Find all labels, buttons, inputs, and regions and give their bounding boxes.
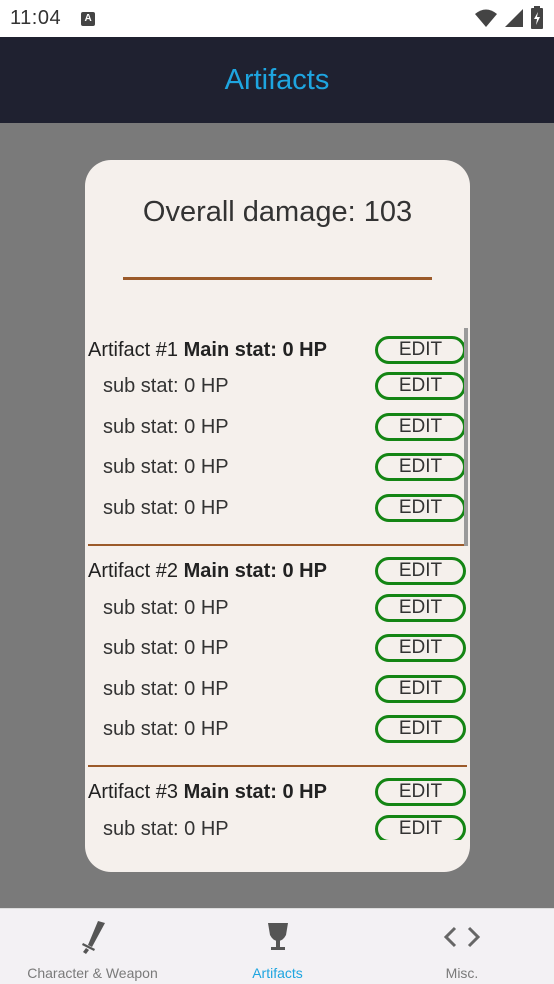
artifact-divider [88, 544, 467, 546]
artifact-1-sub-1-edit-button[interactable]: EDIT [375, 372, 466, 400]
artifact-list[interactable]: Artifact #1 Main stat: 0 HP EDIT sub sta… [85, 328, 470, 840]
notification-icon: A [81, 11, 96, 26]
artifact-1-sub-4-edit-button[interactable]: EDIT [375, 494, 466, 522]
app-bar: Artifacts [0, 37, 554, 123]
code-icon [442, 919, 482, 955]
artifact-2-sub-4-edit-button[interactable]: EDIT [375, 715, 466, 743]
nav-item-artifacts[interactable]: Artifacts [185, 909, 370, 984]
artifact-2-main-row: Artifact #2 Main stat: 0 HP EDIT [85, 555, 470, 587]
nav-label: Character & Weapon [27, 965, 158, 981]
header-divider [123, 277, 432, 280]
overall-damage-label: Overall damage: 103 [142, 196, 413, 228]
status-icons [474, 6, 544, 30]
artifact-1-main-stat: Main stat: 0 HP [183, 338, 327, 361]
artifact-1-sub-2-edit-button[interactable]: EDIT [375, 413, 466, 441]
artifact-2-main-label: Artifact #2 Main stat: 0 HP [85, 560, 327, 583]
nav-item-character-weapon[interactable]: Character & Weapon [0, 909, 185, 984]
artifact-1-sub-row-4: sub stat: 0 HP EDIT [85, 492, 470, 524]
artifact-3-main-edit-button[interactable]: EDIT [375, 778, 466, 806]
battery-icon [531, 6, 543, 29]
sub-stat-label: sub stat: 0 HP [103, 677, 229, 700]
sub-stat-label: sub stat: 0 HP [103, 415, 229, 438]
status-time: 11:04 [10, 7, 62, 29]
artifact-2-sub-row-2: sub stat: 0 HP EDIT [85, 632, 470, 664]
artifact-3-main-label: Artifact #3 Main stat: 0 HP [85, 781, 327, 804]
artifact-1-main-label: Artifact #1 Main stat: 0 HP [85, 339, 327, 362]
artifact-3-sub-row-1: sub stat: 0 HP EDIT [85, 813, 470, 840]
artifact-divider [88, 765, 467, 767]
artifact-2-sub-row-3: sub stat: 0 HP EDIT [85, 673, 470, 705]
nav-label: Artifacts [252, 965, 303, 981]
artifact-2-name: Artifact #2 [88, 559, 179, 582]
sub-stat-label: sub stat: 0 HP [103, 636, 229, 659]
artifact-1-sub-row-1: sub stat: 0 HP EDIT [85, 370, 470, 402]
artifact-2-main-stat: Main stat: 0 HP [183, 559, 327, 582]
artifact-2-main-edit-button[interactable]: EDIT [375, 557, 466, 585]
list-scrollbar[interactable] [464, 328, 468, 546]
artifact-2-sub-2-edit-button[interactable]: EDIT [375, 634, 466, 662]
artifact-1-main-edit-button[interactable]: EDIT [375, 336, 466, 364]
artifacts-dialog: Overall damage: 103 Artifact #1 Main sta… [85, 160, 470, 872]
sub-stat-label: sub stat: 0 HP [103, 817, 229, 840]
artifact-1-sub-row-3: sub stat: 0 HP EDIT [85, 451, 470, 483]
sub-stat-label: sub stat: 0 HP [103, 596, 229, 619]
sub-stat-label: sub stat: 0 HP [103, 717, 229, 740]
artifact-1-main-row: Artifact #1 Main stat: 0 HP EDIT [85, 334, 470, 366]
nav-label: Misc. [445, 965, 479, 981]
artifact-1-sub-row-2: sub stat: 0 HP EDIT [85, 411, 470, 443]
artifact-2-sub-row-4: sub stat: 0 HP EDIT [85, 713, 470, 745]
sub-stat-label: sub stat: 0 HP [103, 496, 229, 519]
sub-stat-label: sub stat: 0 HP [103, 455, 229, 478]
goblet-icon [265, 919, 291, 955]
artifact-3-main-row: Artifact #3 Main stat: 0 HP EDIT [85, 776, 470, 808]
sub-stat-label: sub stat: 0 HP [103, 374, 229, 397]
page-title: Artifacts [224, 63, 330, 96]
wifi-icon [475, 9, 497, 27]
artifact-3-name: Artifact #3 [88, 780, 179, 803]
artifact-3-main-stat: Main stat: 0 HP [183, 780, 327, 803]
cell-signal-icon [505, 9, 523, 27]
artifact-2-sub-1-edit-button[interactable]: EDIT [375, 594, 466, 622]
artifact-1-name: Artifact #1 [88, 338, 179, 361]
artifact-2-sub-row-1: sub stat: 0 HP EDIT [85, 592, 470, 624]
status-bar: 11:04 A [0, 0, 554, 37]
artifact-2-sub-3-edit-button[interactable]: EDIT [375, 675, 466, 703]
bottom-navigation: Character & Weapon Artifacts Misc. [0, 908, 554, 984]
artifact-1-sub-3-edit-button[interactable]: EDIT [375, 453, 466, 481]
artifact-3-sub-1-edit-button[interactable]: EDIT [375, 815, 466, 840]
nav-item-misc[interactable]: Misc. [370, 909, 554, 984]
sword-icon [78, 919, 108, 955]
